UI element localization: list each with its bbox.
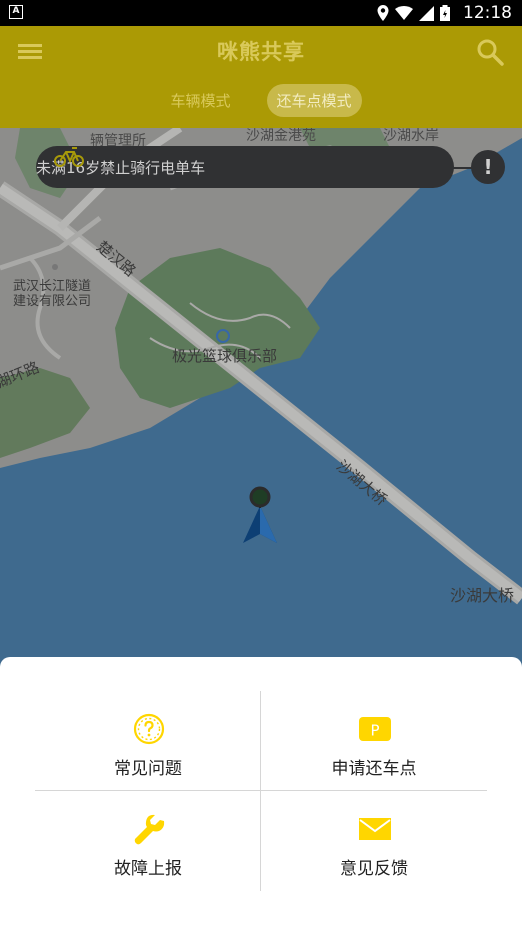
map-label-org-2: 建设有限公司	[13, 294, 92, 309]
parking-icon: P	[359, 717, 391, 741]
app-title: 咪熊共享	[217, 40, 305, 64]
svg-text:P: P	[370, 722, 379, 740]
search-icon[interactable]	[476, 38, 504, 66]
fault-report-label: 故障上报	[114, 859, 182, 879]
wrench-icon	[134, 814, 165, 845]
mail-icon	[359, 818, 391, 840]
app-bar: 咪熊共享 车辆模式 还车点模式	[0, 26, 522, 128]
map-label-shuian: 沙湖水岸	[383, 128, 439, 144]
map-label-jingang: 沙湖金港苑	[246, 128, 316, 144]
map-label-club: 极光篮球俱乐部	[172, 347, 278, 365]
apply-return-point-button[interactable]: P 申请还车点	[261, 691, 487, 790]
status-bar: A 12:18	[0, 0, 522, 26]
map-label-bridge: 沙湖大桥	[450, 586, 515, 605]
battery-icon	[440, 5, 450, 21]
bike-icon	[54, 147, 84, 167]
tab-vehicle-mode[interactable]: 车辆模式	[160, 84, 240, 117]
signal-icon	[419, 5, 434, 21]
fault-report-button[interactable]: 故障上报	[35, 791, 261, 890]
safety-notice-banner: 未满16岁禁止骑行电单车	[36, 146, 454, 188]
alert-icon[interactable]: !	[471, 150, 505, 184]
org-poi-icon	[52, 264, 58, 270]
clock: 12:18	[463, 3, 512, 23]
feedback-label: 意见反馈	[340, 859, 408, 879]
apply-return-point-label: 申请还车点	[331, 759, 417, 779]
app-notification-icon: A	[9, 5, 23, 19]
feedback-button[interactable]: 意见反馈	[261, 791, 487, 890]
wifi-icon	[395, 6, 413, 20]
status-icons	[377, 5, 450, 21]
map-canvas	[0, 128, 522, 668]
location-icon	[377, 5, 389, 21]
mode-tabs: 车辆模式 还车点模式	[0, 84, 522, 117]
faq-button[interactable]: 常见问题	[35, 691, 261, 790]
tab-return-point-mode[interactable]: 还车点模式	[266, 84, 362, 117]
question-circle-icon	[133, 713, 165, 745]
bottom-menu-sheet: 常见问题 P 申请还车点 故障上报 意见反馈	[0, 657, 522, 926]
faq-label: 常见问题	[114, 759, 182, 779]
map-view[interactable]: 辆管理所 沙湖金港苑 沙湖水岸 楚汉路 武汉长江隧道 建设有限公司 极光篮球俱乐…	[0, 128, 522, 668]
